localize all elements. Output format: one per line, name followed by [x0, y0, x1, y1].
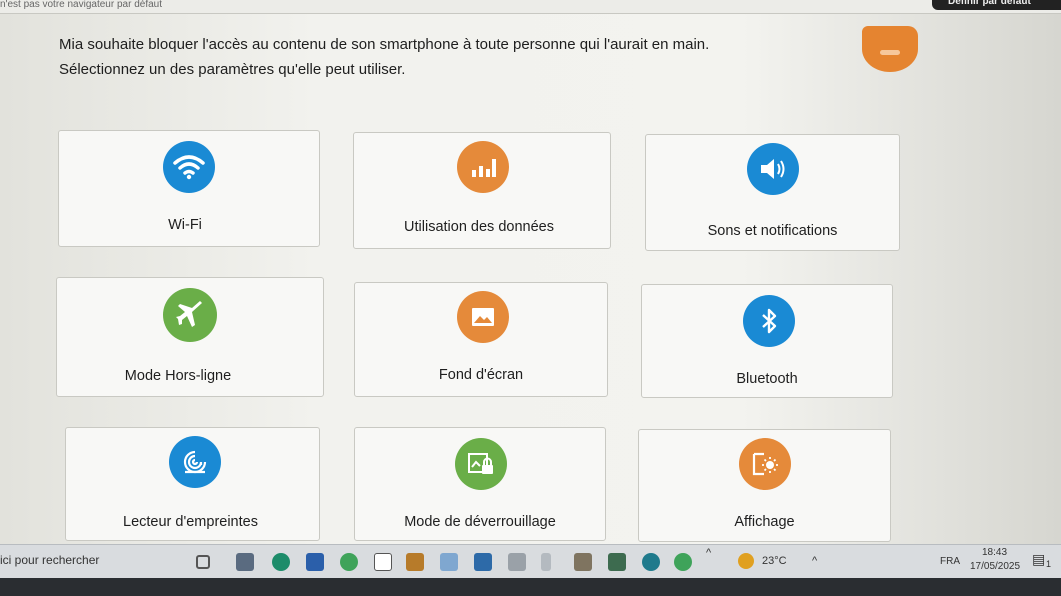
- option-card-offline[interactable]: Mode Hors-ligne: [56, 277, 324, 397]
- option-card-data-usage[interactable]: Utilisation des données: [353, 132, 611, 249]
- windows-taskbar: ici pour rechercher ^ 23°C ^ FRA 18:43 1…: [0, 544, 1061, 578]
- chrome-app-icon-2[interactable]: [674, 553, 692, 571]
- fingerprint-icon: [169, 436, 221, 488]
- game-app-icon[interactable]: [508, 553, 526, 571]
- progress-badge: [862, 26, 918, 72]
- option-card-wallpaper[interactable]: Fond d'écran: [354, 282, 608, 397]
- task-view-icon[interactable]: [196, 555, 210, 569]
- option-label: Bluetooth: [736, 371, 798, 387]
- quiz-content: Mia souhaite bloquer l'accès au contenu …: [0, 14, 1061, 544]
- option-card-sound[interactable]: Sons et notifications: [645, 134, 900, 251]
- weather-temperature: 23°C: [762, 555, 787, 567]
- word-app-icon[interactable]: [306, 553, 324, 571]
- chrome-app-icon[interactable]: [340, 553, 358, 571]
- weather-icon: [738, 553, 754, 569]
- chevron-icon[interactable]: ^: [706, 547, 711, 559]
- default-browser-note: n'est pas votre navigateur par défaut: [0, 0, 163, 10]
- clock-date[interactable]: 17/05/2025: [970, 561, 1020, 572]
- file-app-icon[interactable]: [374, 553, 392, 571]
- browser-default-bar: n'est pas votre navigateur par défaut Dé…: [0, 0, 1061, 14]
- question-text: Mia souhaite bloquer l'accès au contenu …: [59, 36, 710, 53]
- tray-overflow-icon[interactable]: ^: [812, 555, 817, 567]
- calculator-app-icon[interactable]: [608, 553, 626, 571]
- notification-icon[interactable]: ▤: [1032, 551, 1045, 568]
- option-card-display[interactable]: Affichage: [638, 429, 891, 542]
- option-label: Utilisation des données: [404, 219, 554, 235]
- wallpaper-icon: [457, 291, 509, 343]
- option-label: Fond d'écran: [438, 367, 524, 383]
- notification-count: 1: [1046, 559, 1052, 569]
- taskbar-search[interactable]: ici pour rechercher: [0, 553, 99, 567]
- storage-app-icon[interactable]: [574, 553, 592, 571]
- option-card-wifi[interactable]: Wi-Fi: [58, 130, 320, 247]
- map-app-icon[interactable]: [440, 553, 458, 571]
- option-card-unlock-mode[interactable]: Mode de déverrouillage: [354, 427, 606, 541]
- clock-time[interactable]: 18:43: [982, 547, 1007, 558]
- option-label: Mode de déverrouillage: [404, 514, 556, 530]
- airplane-icon: [163, 288, 217, 342]
- data-usage-icon: [457, 141, 509, 193]
- input-language[interactable]: FRA: [940, 556, 960, 567]
- option-label: Mode Hors-ligne: [124, 368, 232, 384]
- question-instruction: Sélectionnez un des paramètres qu'elle p…: [59, 61, 406, 78]
- lock-screen-icon: [455, 438, 507, 490]
- mail-app-icon[interactable]: [474, 553, 492, 571]
- usb-app-icon[interactable]: [541, 553, 551, 571]
- option-label: Sons et notifications: [707, 223, 838, 239]
- bluetooth-icon: [743, 295, 795, 347]
- option-label: Affichage: [734, 514, 795, 530]
- set-default-button[interactable]: Définir par défaut: [932, 0, 1061, 10]
- wifi-icon: [163, 141, 215, 193]
- option-label: Wi-Fi: [168, 217, 202, 233]
- screen-bezel: [0, 578, 1061, 596]
- display-icon: [739, 438, 791, 490]
- option-card-fingerprint[interactable]: Lecteur d'empreintes: [65, 427, 320, 541]
- browser-app-icon-2[interactable]: [642, 553, 660, 571]
- tool-app-icon[interactable]: [406, 553, 424, 571]
- edge-browser-icon[interactable]: [272, 553, 290, 571]
- sound-icon: [747, 143, 799, 195]
- option-label: Lecteur d'empreintes: [123, 514, 258, 530]
- camera-app-icon[interactable]: [236, 553, 254, 571]
- option-card-bluetooth[interactable]: Bluetooth: [641, 284, 893, 398]
